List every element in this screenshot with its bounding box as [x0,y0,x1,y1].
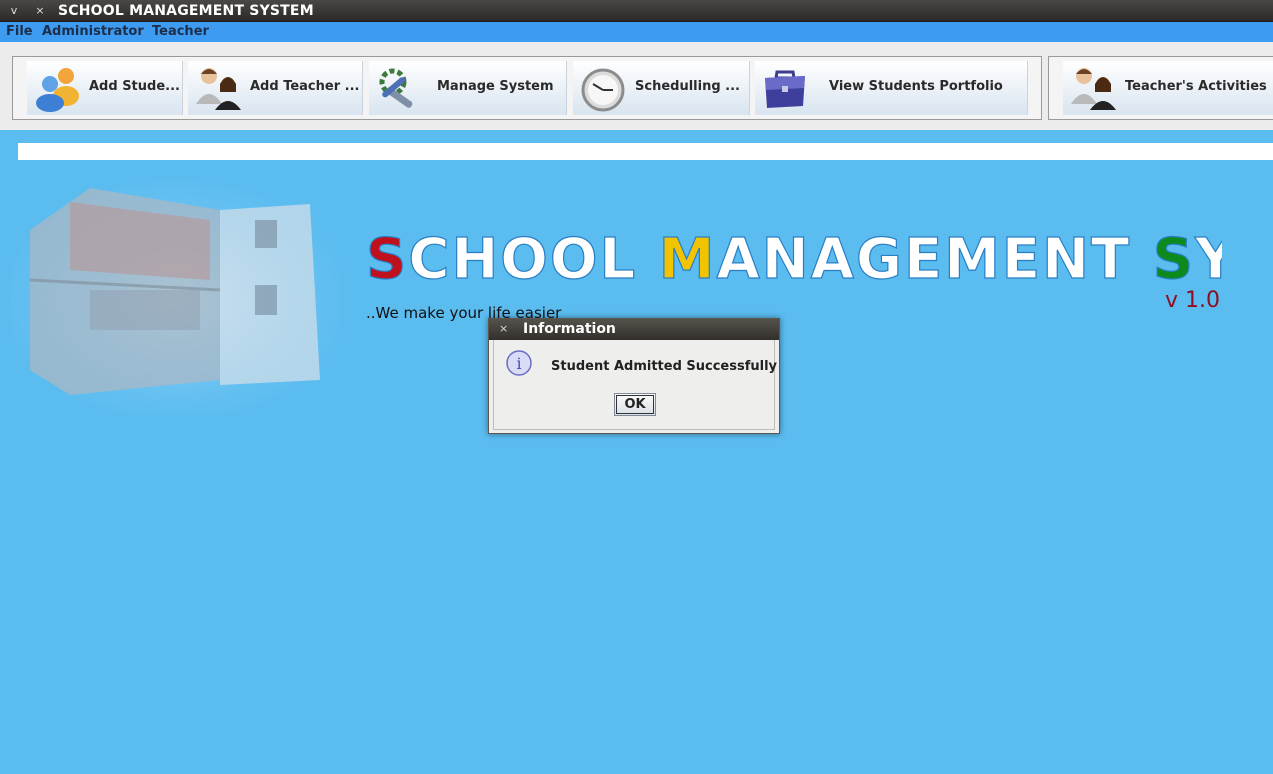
main-toolbar: Add Stude... Add Teacher ... Manage Syst… [12,56,1042,120]
svg-text:SCHOOL MANAGEMENT SYSTEM: SCHOOL MANAGEMENT SYSTEM [366,227,1222,292]
window-title-bar: v × SCHOOL MANAGEMENT SYSTEM [0,0,1273,22]
tools-icon [379,68,413,108]
add-teacher-button[interactable]: Add Teacher ... [188,61,363,115]
clock-icon [581,68,625,112]
menu-file[interactable]: File [6,24,33,39]
add-student-button[interactable]: Add Stude... [27,61,183,115]
window-title: SCHOOL MANAGEMENT SYSTEM [58,3,314,19]
teacher-activities-button[interactable]: Teacher's Activities [1063,61,1273,115]
information-dialog: × Information i Student Admitted Success… [488,318,780,434]
toolbar-area: Add Stude... Add Teacher ... Manage Syst… [0,42,1273,130]
add-teacher-label: Add Teacher ... [250,79,360,94]
dialog-body: i Student Admitted Successfully OK [493,340,778,430]
briefcase-icon [765,70,805,108]
svg-text:i: i [516,354,521,373]
teachers-icon [1071,68,1116,110]
dialog-message: Student Admitted Successfully [551,359,778,374]
window-close-button[interactable]: × [32,4,48,18]
dialog-title: Information [523,321,616,337]
window-menu-button[interactable]: v [6,4,22,18]
menu-teacher[interactable]: Teacher [152,24,209,39]
view-portfolio-label: View Students Portfolio [829,79,1003,94]
school-building-image [10,180,340,415]
teachers-icon [196,68,241,110]
dialog-close-button[interactable]: × [499,322,508,335]
view-portfolio-button[interactable]: View Students Portfolio [755,61,1028,115]
ok-button[interactable]: OK [614,393,656,416]
add-student-label: Add Stude... [89,79,180,94]
version-label: v 1.0 [1165,288,1220,313]
menu-bar: File Administrator Teacher [0,22,1273,42]
info-icon: i [506,350,532,376]
scheduling-button[interactable]: Schedulling ... [573,61,750,115]
menu-administrator[interactable]: Administrator [42,24,144,39]
students-icon [36,68,79,112]
manage-system-button[interactable]: Manage System [369,61,567,115]
teacher-toolbar: Teacher's Activities [1048,56,1273,120]
teacher-activities-label: Teacher's Activities [1125,79,1267,94]
scheduling-label: Schedulling ... [635,79,740,94]
manage-system-label: Manage System [437,79,554,94]
white-strip [18,143,1273,160]
dialog-title-bar: × Information [489,319,779,340]
